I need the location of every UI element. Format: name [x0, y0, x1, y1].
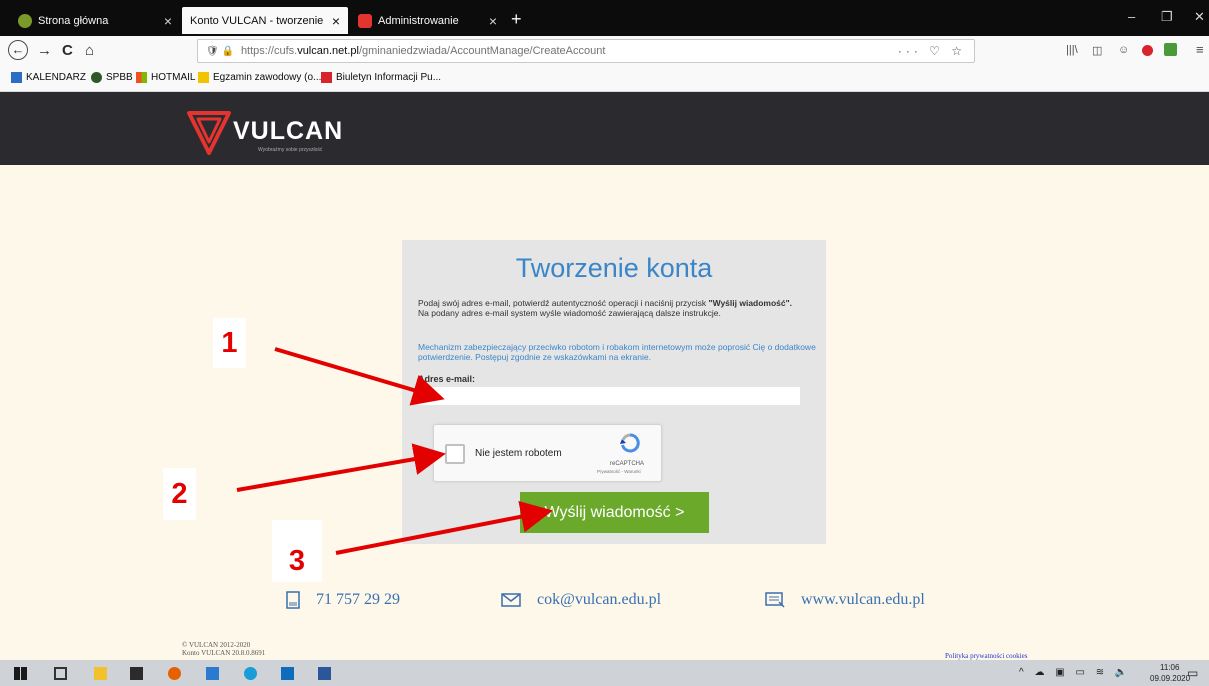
file-explorer-icon[interactable]: [94, 667, 107, 680]
bookmark-biuletyn[interactable]: Biuletyn Informacji Pu...: [321, 72, 441, 83]
extension-badge-icon[interactable]: [1164, 43, 1177, 56]
windows-start-icon[interactable]: [14, 667, 27, 680]
tab-konto-vulcan[interactable]: Konto VULCAN - tworzenie konta ×: [182, 7, 348, 34]
edge-icon[interactable]: [244, 667, 257, 680]
bookmark-hotmail[interactable]: HOTMAIL: [136, 72, 195, 83]
instructions-part2: Na podany adres e-mail system wyśle wiad…: [418, 308, 721, 318]
tab-administrowanie[interactable]: Administrowanie ×: [350, 7, 505, 34]
contact-email: cok@vulcan.edu.pl: [501, 591, 661, 609]
recaptcha-privacy-terms-link[interactable]: Prywatność - Warunki: [597, 469, 641, 474]
globe-favicon-icon: [18, 13, 32, 28]
email-input[interactable]: [418, 387, 800, 405]
tab-label: Strona główna: [38, 14, 109, 27]
instructions-text: Podaj swój adres e-mail, potwierdź auten…: [418, 298, 818, 318]
page-actions-icon[interactable]: ··· ♡ ☆: [898, 44, 966, 58]
shield-lock-icon[interactable]: 🛡 🔒: [206, 46, 234, 57]
close-tab-icon[interactable]: ×: [489, 13, 497, 29]
url-prefix: https://cufs.: [240, 45, 298, 57]
system-tray[interactable]: ^ ☁ ▣ ▭ ≋ 🔈: [1019, 667, 1131, 678]
bookmark-label: HOTMAIL: [151, 72, 196, 83]
annotation-number-1: 1: [213, 318, 246, 368]
notifications-icon[interactable]: ▭: [1187, 666, 1198, 680]
word-icon[interactable]: [318, 667, 331, 680]
contact-website: www.vulcan.edu.pl: [765, 591, 925, 609]
minimize-icon[interactable]: –: [1128, 9, 1135, 24]
recaptcha-logo-icon: [620, 433, 640, 453]
recaptcha-widget: Nie jestem robotem reCAPTCHA Prywatność …: [433, 424, 662, 482]
vulcan-logo-icon[interactable]: [186, 109, 232, 155]
recaptcha-brand: reCAPTCHA: [610, 461, 645, 467]
website-icon: [765, 592, 785, 608]
close-tab-icon[interactable]: ×: [332, 13, 340, 29]
url-bar[interactable]: 🛡 🔒 https://cufs. vulcan.net.pl/gminanied…: [197, 39, 975, 63]
home-icon[interactable]: ⌂: [85, 42, 94, 59]
contact-phone: 71 757 29 29: [286, 591, 400, 609]
website-link[interactable]: www.vulcan.edu.pl: [801, 591, 925, 609]
photos-icon[interactable]: [206, 667, 219, 680]
admin-favicon-icon: [358, 13, 372, 28]
reload-icon[interactable]: C: [62, 42, 73, 59]
cookies-policy-link[interactable]: Polityka prywatności cookies: [945, 652, 1027, 660]
mail-icon[interactable]: [281, 667, 294, 680]
forward-arrow-icon[interactable]: →: [37, 42, 52, 59]
bip-icon: [321, 72, 332, 83]
restore-icon[interactable]: ❐: [1161, 9, 1173, 25]
phone-icon: [286, 591, 300, 609]
send-message-button[interactable]: Wyślij wiadomość >: [520, 492, 709, 533]
logo-tagline: Wyobraźmy sobie przyszłość: [258, 147, 323, 153]
create-account-panel: Tworzenie konta Podaj swój adres e-mail,…: [402, 240, 826, 544]
bookmark-label: SPBB: [106, 72, 133, 83]
clock-date[interactable]: 09.09.2020: [1150, 674, 1190, 683]
recaptcha-checkbox[interactable]: [445, 444, 465, 464]
sidebar-icon[interactable]: ◫: [1092, 44, 1102, 57]
page-title: Tworzenie konta: [515, 253, 713, 283]
email-link[interactable]: cok@vulcan.edu.pl: [537, 591, 661, 609]
firefox-icon[interactable]: [168, 667, 181, 680]
back-arrow-icon[interactable]: ←: [8, 40, 28, 60]
version-text: Konto VULCAN 20.8.0.8691: [182, 649, 266, 657]
new-tab-button[interactable]: +: [511, 9, 522, 30]
url-path: /gminaniedzwiada/AccountManage/CreateAcc…: [358, 45, 606, 57]
site-header: VULCAN Wyobraźmy sobie przyszłość: [0, 92, 1209, 165]
store-icon[interactable]: [130, 667, 143, 680]
menu-icon[interactable]: ≡: [1196, 42, 1204, 57]
bookmarks-bar: KALENDARZ SPBB HOTMAIL Egzamin zawodowy …: [0, 66, 1209, 92]
bookmark-spbb[interactable]: SPBB: [91, 72, 133, 83]
document-icon: [198, 72, 209, 83]
navigation-toolbar: ← → C ⌂ 🛡 🔒 https://cufs. vulcan.net.pl/g…: [0, 36, 1209, 66]
instructions-part1: Podaj swój adres e-mail, potwierdź auten…: [418, 298, 709, 308]
extension-icon[interactable]: [1142, 45, 1153, 56]
captcha-notice: Mechanizm zabezpieczający przeciwko robo…: [418, 342, 816, 362]
url-domain: vulcan.net.pl: [297, 45, 359, 57]
tab-label: Administrowanie: [378, 14, 459, 27]
bookmark-label: KALENDARZ: [26, 72, 87, 83]
clock-time[interactable]: 11:06: [1160, 663, 1179, 672]
bookmark-label: Biuletyn Informacji Pu...: [336, 72, 442, 83]
tab-label: Konto VULCAN - tworzenie konta: [190, 14, 326, 27]
recaptcha-label: Nie jestem robotem: [475, 448, 562, 459]
spbb-icon: [91, 72, 102, 83]
instructions-bold: "Wyślij wiadomość".: [708, 298, 793, 308]
envelope-icon: [501, 593, 521, 607]
phone-number: 71 757 29 29: [316, 591, 400, 608]
vulcan-logo-text[interactable]: VULCAN: [233, 117, 343, 146]
bookmark-kalendarz[interactable]: KALENDARZ: [11, 72, 86, 83]
browser-tab-strip: Strona główna × Konto VULCAN - tworzenie…: [0, 0, 1209, 36]
task-view-icon[interactable]: [54, 667, 67, 680]
tab-strona-glowna[interactable]: Strona główna ×: [10, 7, 180, 34]
bookmark-label: Egzamin zawodowy (o...: [213, 72, 322, 83]
bookmark-egzamin[interactable]: Egzamin zawodowy (o...: [198, 72, 321, 83]
annotation-number-3: 3: [272, 520, 322, 582]
windows-taskbar: ^ ☁ ▣ ▭ ≋ 🔈 11:06 09.09.2020 ▭: [0, 660, 1209, 686]
close-window-icon[interactable]: ✕: [1194, 9, 1205, 25]
library-icon[interactable]: |||\: [1066, 44, 1078, 56]
close-tab-icon[interactable]: ×: [164, 13, 172, 29]
email-label: Adres e-mail:: [418, 374, 476, 384]
copyright-text: © VULCAN 2012-2020: [182, 641, 251, 649]
annotation-number-2: 2: [163, 468, 196, 520]
microsoft-icon: [136, 72, 147, 83]
calendar-icon: [11, 72, 22, 83]
account-icon[interactable]: ☺: [1118, 44, 1129, 56]
